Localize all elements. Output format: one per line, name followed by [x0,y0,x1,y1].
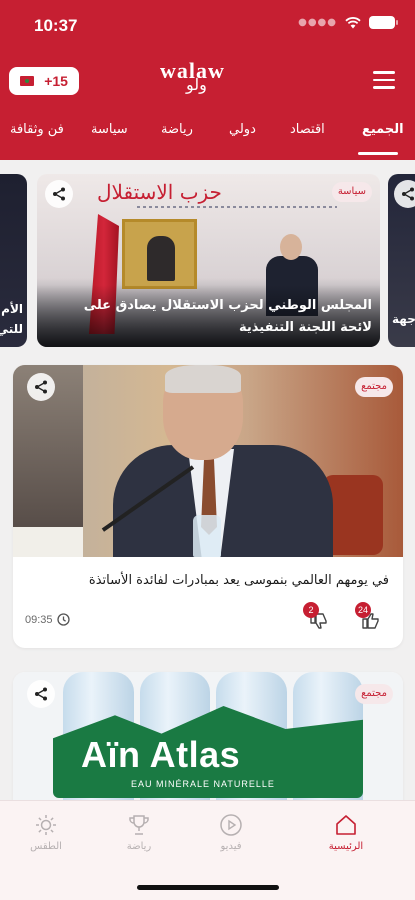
tab-sports-label: رياضة [126,841,152,852]
logo-secondary: ولو [186,77,207,94]
share-button[interactable] [27,373,55,401]
hamburger-menu-icon[interactable] [373,71,395,89]
category-tag: مجتمع [355,377,393,397]
tab-video-label: فيديو [220,841,242,852]
tab-video[interactable]: فيديو [196,813,266,852]
app-logo[interactable]: walaw ولو [160,60,256,96]
carousel-next-snippet: جهة [392,312,415,326]
carousel-card-featured[interactable]: حزب الاستقلال المجلس الوطني لحزب الاستقل… [37,174,380,347]
category-tabs: الجميع اقتصاد دولي رياضة سياسة فن وثقافة [0,112,415,155]
news-title: في يومهم العالمي بنموسى يعد بمبادرات لفا… [88,573,389,588]
news-card[interactable]: Aïn Atlas EAU MINÉRALE NATURELLE مجتمع [13,672,403,800]
tab-weather-label: الطقس [30,841,62,852]
status-icons: ●●●● [298,16,398,29]
news-image [13,365,403,557]
tab-sports[interactable]: رياضة [161,122,193,137]
news-feed[interactable]: الأم للتي حزب الاستقلال المجلس الوطني لح… [0,160,415,800]
share-icon [35,687,47,701]
active-tab-indicator [358,152,398,155]
carousel-prev-snippet: الأم للتي [0,302,23,336]
share-icon [402,187,414,201]
share-button[interactable] [394,180,415,208]
signal-icon: ●●●● [298,17,337,28]
tab-weather[interactable]: الطقس [11,813,81,852]
carousel-title: المجلس الوطني لحزب الاستقلال يصادق على ل… [83,298,372,335]
category-tag: مجتمع [355,684,393,704]
news-image: Aïn Atlas EAU MINÉRALE NATURELLE [13,672,403,800]
battery-icon [369,16,398,29]
tab-international[interactable]: دولي [229,122,256,137]
like-count: 24 [355,602,372,618]
home-indicator [137,885,279,890]
share-icon [35,380,47,394]
clock-icon [56,613,70,626]
share-button[interactable] [27,680,55,708]
play-icon [220,814,242,836]
share-icon [53,187,65,201]
news-card[interactable]: مجتمع في يومهم العالمي بنموسى يعد بمبادر… [13,365,403,648]
tab-sports[interactable]: رياضة [104,813,174,852]
home-icon [336,815,356,835]
age-rating-text: +15 [44,73,68,89]
wifi-icon [345,16,361,28]
age-rating-badge[interactable]: +15 [9,67,79,95]
tab-home[interactable]: الرئيسية [311,813,381,852]
app-header: 10:37 ●●●● +15 walaw ولو الجميع اقتصاد د… [0,0,415,160]
tab-economy[interactable]: اقتصاد [290,122,325,137]
status-time: 10:37 [34,16,78,35]
publish-time-text: 09:35 [25,613,53,626]
news-meta: 09:35 2 24 [13,602,403,635]
carousel-card-prev[interactable]: الأم للتي [0,174,27,347]
sun-icon [36,815,56,835]
logo-primary: walaw [160,58,225,83]
carousel-card-next[interactable]: جهة [388,174,415,347]
tab-all[interactable]: الجميع [362,122,404,137]
image-brand-text: Aïn Atlas [81,734,241,775]
portrait-image [122,219,197,289]
tab-politics[interactable]: سياسة [91,122,128,137]
dislike-button[interactable]: 2 [303,602,331,633]
trophy-icon [129,815,149,835]
like-button[interactable]: 24 [355,602,383,633]
morocco-flag-icon [20,76,35,86]
publish-time: 09:35 [25,613,70,626]
carousel-banner-text: حزب الاستقلال [97,180,222,204]
image-subtitle-text: EAU MINÉRALE NATURELLE [131,779,275,789]
category-tag: سياسة [331,182,372,202]
share-button[interactable] [45,180,73,208]
tab-arts-culture[interactable]: فن وثقافة [10,122,64,137]
dislike-count: 2 [303,602,319,618]
banner-decoration [137,206,337,208]
status-bar: 10:37 ●●●● [0,0,415,50]
tab-home-label: الرئيسية [328,841,364,852]
